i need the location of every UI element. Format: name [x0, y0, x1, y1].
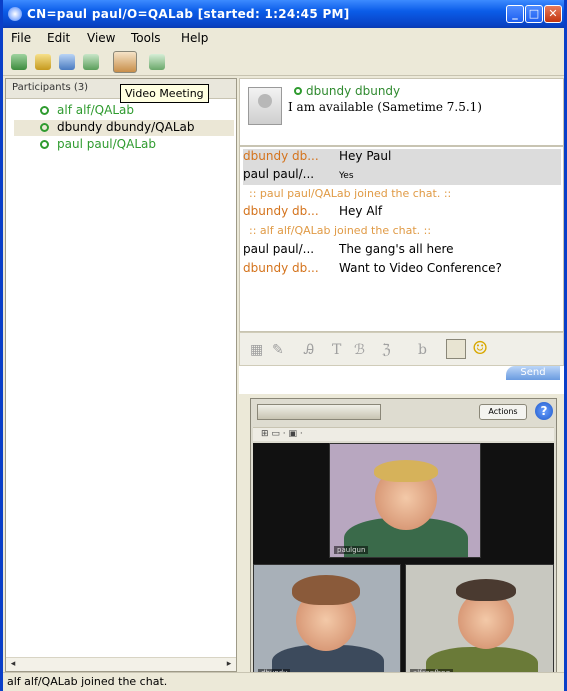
- online-status-icon: [40, 123, 49, 132]
- video-subtoolbar: ⊞ ▭ · ▣ ·: [253, 427, 554, 441]
- font-size-down-icon[interactable]: ℨ: [382, 342, 391, 358]
- video-tile-paulgun[interactable]: paulgun: [329, 443, 481, 558]
- video-tile-label: paulgun: [334, 546, 369, 554]
- menu-tools[interactable]: Tools: [131, 31, 161, 45]
- online-status-icon: [40, 106, 49, 115]
- menu-edit[interactable]: Edit: [47, 31, 70, 45]
- chat-message: paul paul/... The gang's all here: [243, 242, 454, 256]
- video-tile-dbundy[interactable]: dbundy: [253, 564, 401, 681]
- menu-help[interactable]: Help: [181, 31, 208, 45]
- title-bar[interactable]: CN=paul paul/O=QALab [started: 1:24:45 P…: [3, 0, 564, 28]
- participant-dbundy[interactable]: dbundy dbundy/QALab: [14, 120, 234, 136]
- contact-status-area: dbundy dbundy I am available (Sametime 7…: [239, 78, 564, 146]
- video-conference-panel: Actions ? ⊞ ▭ · ▣ · paulgun dbundy: [250, 398, 557, 684]
- video-meeting-icon[interactable]: [113, 51, 137, 73]
- minimize-button[interactable]: _: [506, 5, 524, 23]
- video-grid: paulgun dbundy alfconfbng: [253, 443, 554, 681]
- video-tile-alfconfbng[interactable]: alfconfbng: [405, 564, 554, 681]
- invite-icon[interactable]: [11, 54, 27, 70]
- image-icon[interactable]: [446, 339, 466, 359]
- window-title: CN=paul paul/O=QALab [started: 1:24:45 P…: [27, 7, 350, 21]
- participant-alf[interactable]: alf alf/QALab: [14, 103, 234, 119]
- menu-view[interactable]: View: [87, 31, 115, 45]
- menu-file[interactable]: File: [11, 31, 31, 45]
- chat-window: CN=paul paul/O=QALab [started: 1:24:45 P…: [0, 0, 567, 691]
- layout-icons[interactable]: ⊞ ▭ · ▣ ·: [261, 429, 303, 439]
- contact-status-text: I am available (Sametime 7.5.1): [288, 100, 482, 114]
- online-status-icon: [294, 87, 302, 95]
- chat-transcript[interactable]: dbundy db... Hey Paul paul paul/... Yes ::…: [239, 146, 564, 332]
- video-toolbar: Actions ?: [251, 399, 556, 425]
- chat-message: dbundy db... Hey Paul: [243, 149, 561, 167]
- system-message: :: alf alf/QALab joined the chat. ::: [249, 224, 432, 237]
- pass-control-icon[interactable]: [149, 54, 165, 70]
- text-style-icon[interactable]: T: [332, 342, 341, 358]
- font-size-up-icon[interactable]: ℬ: [354, 342, 365, 358]
- chat-message: dbundy db... Want to Video Conference?: [243, 261, 502, 275]
- message-input[interactable]: Send: [239, 366, 564, 394]
- bold-icon[interactable]: b: [418, 342, 427, 358]
- participant-paul[interactable]: paul paul/QALab: [14, 137, 234, 153]
- smiley-icon[interactable]: ☺: [472, 338, 488, 359]
- online-status-icon: [40, 140, 49, 149]
- close-button[interactable]: ✕: [544, 5, 562, 23]
- horizontal-scrollbar[interactable]: ◂ ▸: [6, 657, 236, 671]
- chat-message: paul paul/... Yes: [243, 167, 561, 185]
- emoticon-palette-icon[interactable]: ▦: [250, 342, 263, 358]
- maximize-button[interactable]: □: [525, 5, 543, 23]
- send-button[interactable]: Send: [506, 366, 560, 380]
- chat-icon[interactable]: [35, 54, 51, 70]
- menu-bar: File Edit View Tools Help: [3, 28, 564, 48]
- scroll-left-icon[interactable]: ◂: [7, 659, 19, 670]
- system-message: :: paul paul/QALab joined the chat. ::: [249, 187, 452, 200]
- status-bar: alf alf/QALab joined the chat.: [3, 672, 564, 691]
- scroll-right-icon[interactable]: ▸: [223, 659, 235, 670]
- chat-message: dbundy db... Hey Alf: [243, 204, 383, 218]
- help-button[interactable]: ?: [535, 402, 553, 420]
- call-icon[interactable]: [83, 54, 99, 70]
- toolbar: [3, 48, 564, 76]
- contact-name: dbundy dbundy: [294, 84, 400, 98]
- video-controls[interactable]: [257, 404, 381, 420]
- font-icon[interactable]: Ꭿ: [304, 342, 314, 358]
- pencil-icon[interactable]: ✎: [272, 342, 284, 358]
- sametime-app-icon: [8, 7, 22, 21]
- avatar: [248, 87, 282, 125]
- screen-share-icon[interactable]: [59, 54, 75, 70]
- video-meeting-tooltip: Video Meeting: [120, 84, 209, 103]
- actions-button[interactable]: Actions: [479, 404, 527, 420]
- participants-pane: Participants (3) alf alf/QALab dbundy db…: [5, 78, 237, 672]
- format-toolbar: ▦ ✎ Ꭿ T ℬ ℨ b ☺: [239, 332, 564, 366]
